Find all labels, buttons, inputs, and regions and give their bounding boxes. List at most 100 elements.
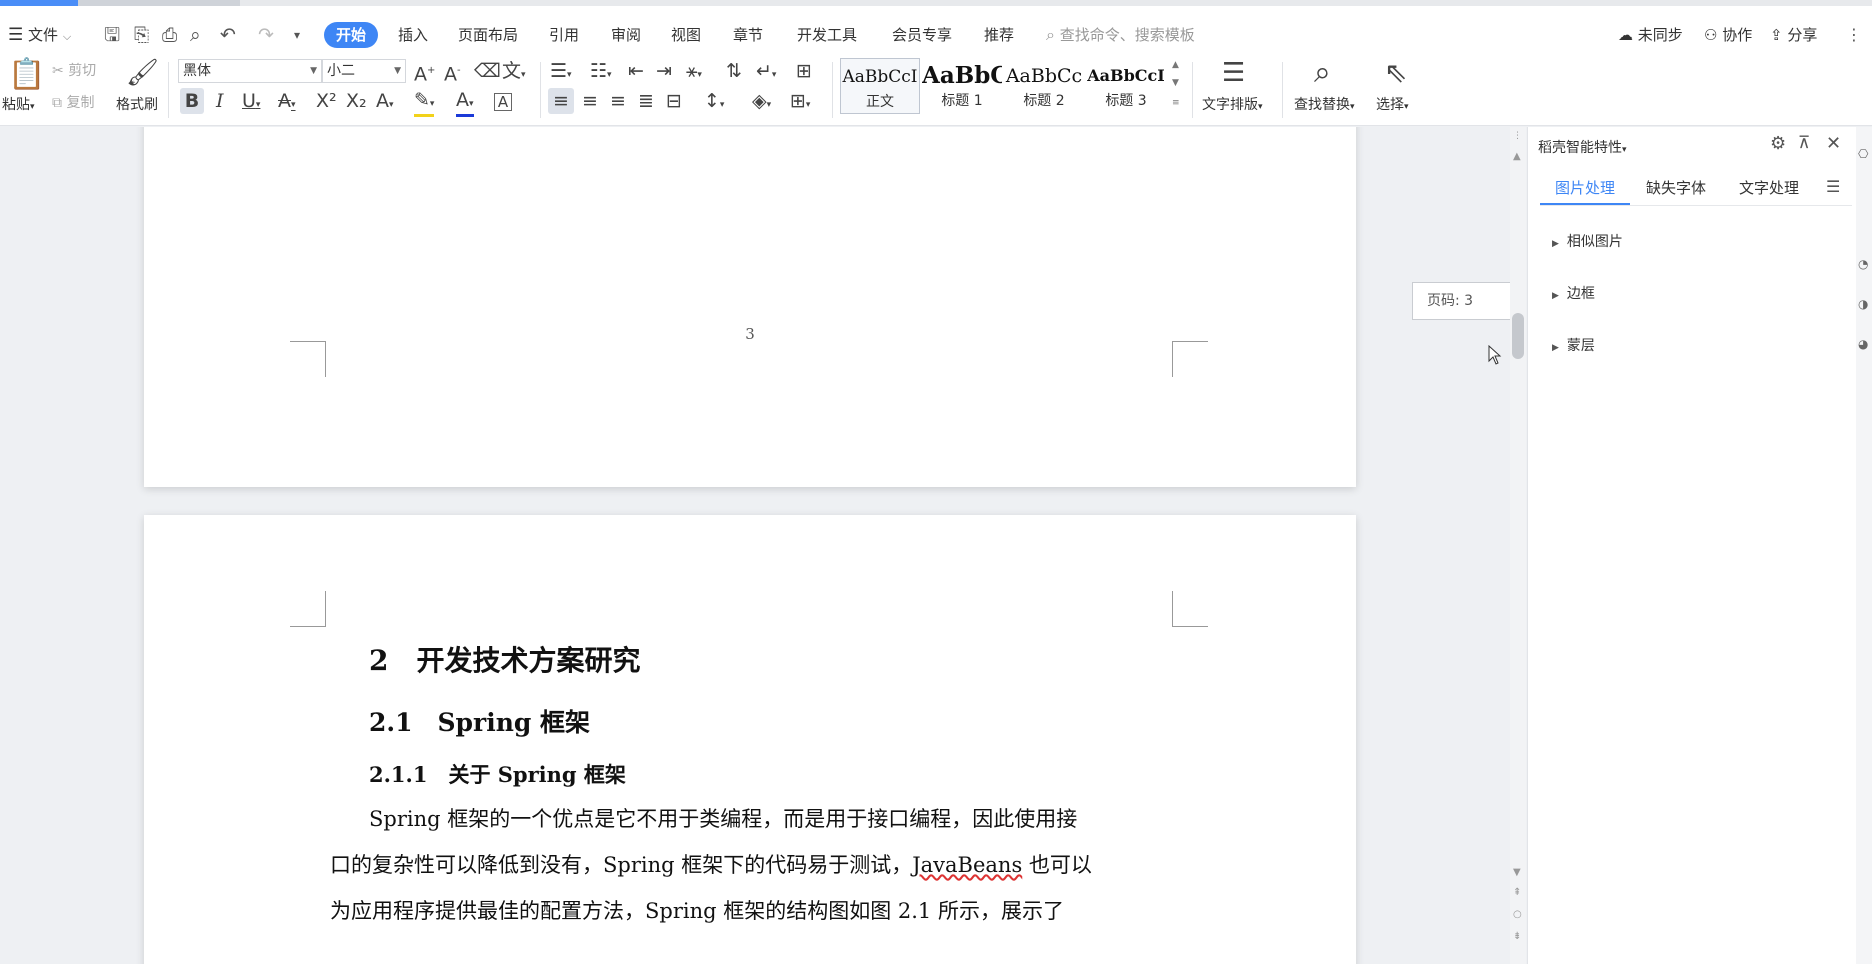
tab-section[interactable]: 章节 [733,22,763,48]
style-scroll-up-icon[interactable]: ▲ [1172,56,1179,74]
gear-icon[interactable]: ⚙ [1770,133,1786,154]
panel-item-border[interactable]: ▶ 边框 [1552,283,1595,303]
bullet-list-icon[interactable]: ☰▾ [550,60,572,86]
command-search[interactable]: ⌕ 查找命令、搜索模板 [1046,22,1195,48]
align-right-icon[interactable]: ≡ [610,90,626,112]
panel-item-mask[interactable]: ▶ 蒙层 [1552,335,1595,355]
font-name-select[interactable]: 黑体 ▼ [178,59,322,83]
body-line[interactable]: Spring 框架的一个优点是它不用于类编程，而是用于接口编程，因此使用接 [369,803,1077,833]
sync-status-button[interactable]: ☁ 未同步 [1618,22,1683,48]
print-preview-icon[interactable]: ⌕ [190,24,201,46]
brush-icon[interactable]: 🖌 [126,58,159,88]
scroll-up-icon[interactable]: ▲ [1513,151,1521,162]
redo-icon[interactable]: ↷ [258,24,274,46]
clear-format-icon[interactable]: ⌫ [474,60,501,82]
bold-icon[interactable]: B [180,88,204,114]
style-heading-2[interactable]: AaBbCc 标题 2 [1004,58,1084,114]
shrink-font-icon[interactable]: A- [444,60,461,85]
text-layout-button[interactable]: 文字排版▾ [1202,94,1263,114]
scrollbar-thumb[interactable] [1512,313,1524,359]
increase-indent-icon[interactable]: ⇥ [656,60,672,82]
show-marks-icon[interactable]: ↵▾ [756,60,776,86]
save-icon[interactable]: 🖫 [104,24,120,46]
vertical-scrollbar[interactable]: ⋮ ▲ ▼ ⇞ ○ ⇟ [1510,127,1526,964]
shading-icon[interactable]: ◈▾ [752,90,771,116]
panel-tab-image[interactable]: 图片处理 [1540,171,1630,205]
pin-icon[interactable]: ⊼ [1798,133,1810,153]
select-button[interactable]: 选择▾ [1376,94,1409,114]
numbered-list-icon[interactable]: ☷▾ [590,60,612,86]
align-center-icon[interactable]: ≡ [582,90,598,112]
close-icon[interactable]: ✕ [1826,133,1841,154]
decrease-indent-icon[interactable]: ⇤ [628,60,644,82]
previous-page-icon[interactable]: ⇞ [1513,887,1521,898]
text-effect-icon[interactable]: A▾ [376,90,394,116]
tab-insert[interactable]: 插入 [398,22,428,48]
sort-icon[interactable]: ⇅ [726,60,742,82]
panel-menu-icon[interactable]: ☰ [1826,177,1840,196]
grow-font-icon[interactable]: A+ [414,60,435,85]
share-button[interactable]: ⇪ 分享 [1770,22,1817,48]
font-size-select[interactable]: 小二 ▼ [322,59,406,83]
superscript-icon[interactable]: X² [316,90,337,112]
rail-button-icon[interactable]: ◔ [1858,257,1868,271]
panel-item-similar-images[interactable]: ▶ 相似图片 [1552,231,1623,251]
font-color-icon[interactable]: A▾ [456,90,474,117]
text-layout-icon[interactable]: ☰ [1222,58,1245,88]
align-left-icon[interactable]: ≡ [548,88,574,114]
rail-button-icon[interactable]: ◑ [1858,297,1868,311]
more-options-icon[interactable]: ⋮ [1846,22,1862,48]
tab-page-layout[interactable]: 页面布局 [458,22,518,48]
document-workspace[interactable]: 3 2 开发技术方案研究 2.1 Spring 框架 2.1.1 关于 Spri… [0,127,1510,964]
heading-3[interactable]: 2.1.1 关于 Spring 框架 [369,759,626,789]
style-normal[interactable]: AaBbCcI 正文 [840,58,920,114]
cursor-select-icon[interactable]: ⇖ [1384,56,1407,90]
heading-2[interactable]: 2.1 Spring 框架 [369,703,590,739]
distribute-icon[interactable]: ⊟ [666,90,682,112]
panel-tab-text[interactable]: 文字处理 [1724,171,1814,205]
chinese-layout-icon[interactable]: ⚹▾ [686,60,702,86]
select-browse-icon[interactable]: ○ [1513,909,1522,920]
tab-references[interactable]: 引用 [549,22,579,48]
rail-button-icon[interactable]: ⎔ [1858,147,1868,161]
rail-button-icon[interactable]: ◕ [1858,337,1868,351]
body-line[interactable]: 口的复杂性可以降低到没有，Spring 框架下的代码易于测试，JavaBeans… [330,849,1092,879]
highlight-icon[interactable]: ✎▾ [414,90,435,117]
file-menu[interactable]: ☰ 文件 ⌵ [8,22,71,50]
line-spacing-icon[interactable]: ↕▾ [704,90,724,116]
clipboard-icon[interactable]: 📋 [8,58,45,92]
subscript-icon[interactable]: X₂ [346,90,367,112]
italic-icon[interactable]: I [216,90,224,112]
panel-tab-missing-fonts[interactable]: 缺失字体 [1634,171,1718,205]
tab-stop-icon[interactable]: ⊞ [796,60,812,82]
format-painter-button[interactable]: 格式刷 [116,94,158,114]
strikethrough-icon[interactable]: A▾ [278,90,296,116]
magnifier-icon[interactable]: ⌕ [1314,56,1331,90]
tab-developer[interactable]: 开发工具 [797,22,857,48]
tab-view[interactable]: 视图 [671,22,701,48]
scroll-top-icon[interactable]: ⋮ [1513,131,1522,141]
style-scroll-down-icon[interactable]: ▼ [1172,74,1179,92]
undo-icon[interactable]: ↶ [220,24,236,46]
tab-home[interactable]: 开始 [324,22,379,48]
scroll-down-icon[interactable]: ▼ [1513,867,1521,878]
underline-icon[interactable]: U▾ [242,90,260,116]
next-page-icon[interactable]: ⇟ [1513,931,1521,942]
cut-button[interactable]: ✂ 剪切 [52,60,96,80]
phonetic-guide-icon[interactable]: 文▾ [502,60,526,86]
find-replace-button[interactable]: 查找替换▾ [1294,94,1355,114]
tab-member[interactable]: 会员专享 [892,22,952,48]
body-line[interactable]: 为应用程序提供最佳的配置方法，Spring 框架的结构图如图 2.1 所示，展示… [330,895,1064,925]
print-icon[interactable]: ⎙ [162,24,177,46]
collaborate-button[interactable]: ⚇ 协作 [1704,22,1752,48]
panel-title-dropdown[interactable]: 稻壳智能特性▾ [1538,137,1627,157]
export-pdf-icon[interactable]: ⎘ [134,24,149,46]
quick-access-more-icon[interactable]: ▾ [294,24,300,46]
tab-review[interactable]: 审阅 [611,22,641,48]
style-heading-3[interactable]: AaBbCcI 标题 3 [1086,58,1166,114]
justify-icon[interactable]: ≣ [638,90,654,112]
style-heading-1[interactable]: AaBbC 标题 1 [922,58,1002,114]
borders-icon[interactable]: ⊞▾ [790,90,810,116]
style-more-icon[interactable]: ≡ [1172,94,1180,112]
copy-button[interactable]: ⧉ 复制 [52,92,94,112]
